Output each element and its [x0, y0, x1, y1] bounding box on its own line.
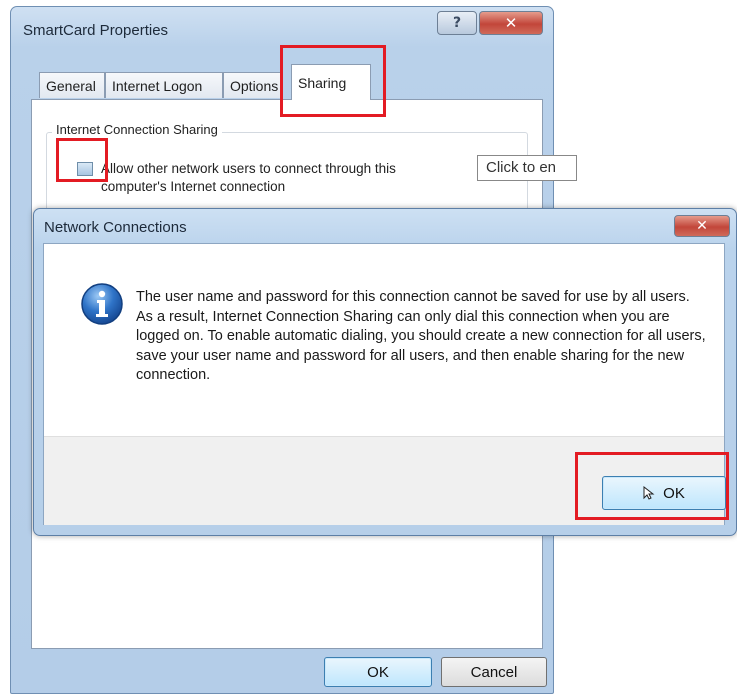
properties-cancel-button[interactable]: Cancel [441, 657, 547, 687]
tab-general[interactable]: General [39, 72, 105, 98]
tab-options[interactable]: Options [223, 72, 281, 98]
properties-window-title: SmartCard Properties [23, 22, 169, 39]
message-window-title: Network Connections [44, 219, 187, 236]
highlight-checkbox [56, 138, 108, 182]
info-icon [81, 283, 123, 325]
highlight-ok-button [575, 452, 729, 520]
allow-sharing-label[interactable]: Allow other network users to connect thr… [101, 160, 461, 196]
tooltip: Click to en [477, 155, 577, 181]
help-button[interactable]: ? [437, 11, 477, 35]
tab-internet-logon[interactable]: Internet Logon [105, 72, 223, 98]
properties-close-button[interactable]: ✕ [479, 11, 543, 35]
ics-group-title: Internet Connection Sharing [52, 122, 222, 137]
message-close-button[interactable]: ✕ [674, 215, 730, 237]
highlight-sharing-tab [280, 45, 386, 117]
message-text: The user name and password for this conn… [136, 289, 706, 383]
properties-ok-button[interactable]: OK [324, 657, 432, 687]
